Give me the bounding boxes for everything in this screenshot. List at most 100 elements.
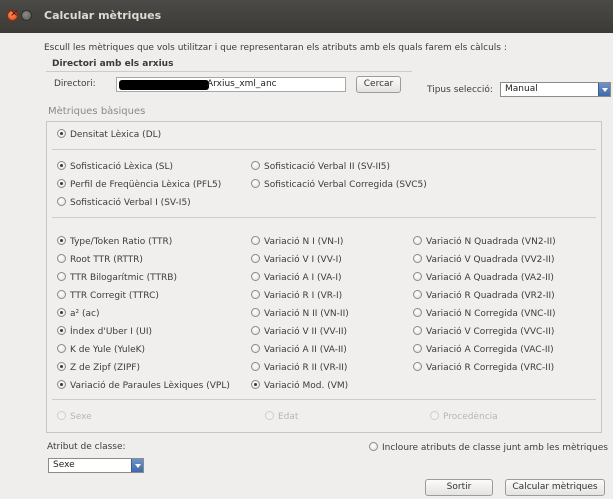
radio-vac-ii[interactable]: Variació A Corregida (VAC-II)	[413, 344, 554, 355]
radio-label: Sexe	[70, 412, 92, 422]
radio-label: Type/Token Ratio (TTR)	[70, 237, 173, 247]
redacted-path	[119, 80, 209, 90]
browse-button[interactable]: Cercar	[356, 76, 401, 93]
selection-type-label: Tipus selecció:	[427, 85, 493, 95]
radio-rttr[interactable]: Root TTR (RTTR)	[57, 254, 143, 265]
radio-label: Variació A II (VA-II)	[264, 345, 347, 355]
radio-sv-i5[interactable]: Sofisticació Verbal I (SV-I5)	[57, 197, 191, 208]
radio-label: Variació N Quadrada (VN2-II)	[426, 237, 556, 247]
radio-vm[interactable]: Variació Mod. (VM)	[251, 380, 348, 391]
radio-label: Variació Mod. (VM)	[264, 381, 349, 391]
radio-icon	[265, 411, 274, 420]
radio-label: Variació de Paraules Lèxiques (VPL)	[70, 381, 230, 391]
radio-procedencia: Procedència	[430, 411, 498, 422]
radio-vr2-ii[interactable]: Variació R Quadrada (VR2-II)	[413, 290, 555, 301]
radio-icon	[251, 179, 260, 188]
radio-sl[interactable]: Sofisticació Lèxica (SL)	[57, 161, 173, 172]
radio-pfl5[interactable]: Perfil de Freqüència Lèxica (PFL5)	[57, 179, 221, 190]
radio-icon	[413, 344, 422, 353]
radio-zipf[interactable]: Z de Zipf (ZIPF)	[57, 362, 140, 373]
radio-icon	[57, 380, 66, 389]
radio-vpl[interactable]: Variació de Paraules Lèxiques (VPL)	[57, 380, 230, 391]
radio-icon	[251, 236, 260, 245]
radio-icon	[57, 308, 66, 317]
radio-edat: Edat	[265, 411, 298, 422]
radio-icon	[413, 362, 422, 371]
radio-vn-ii[interactable]: Variació N II (VN-II)	[251, 308, 349, 319]
radio-label: Variació V II (VV-II)	[264, 327, 348, 337]
radio-vv-i[interactable]: Variació V I (VV-I)	[251, 254, 342, 265]
radio-label: Variació N Corregida (VNC-II)	[426, 309, 556, 319]
radio-vn-i[interactable]: Variació N I (VN-I)	[251, 236, 343, 247]
close-icon[interactable]	[7, 8, 18, 21]
radio-include-class[interactable]: Incloure atributs de classe junt amb les…	[369, 442, 608, 453]
radio-ttrc[interactable]: TTR Corregit (TTRC)	[57, 290, 159, 301]
chevron-down-icon	[598, 83, 610, 96]
radio-yulek[interactable]: K de Yule (YuleK)	[57, 344, 145, 355]
selection-type-select[interactable]: Manual	[500, 82, 611, 97]
radio-icon	[251, 380, 260, 389]
radio-icon	[57, 129, 66, 138]
radio-label: Variació V Corregida (VVC-II)	[426, 327, 555, 337]
radio-icon	[251, 344, 260, 353]
radio-label: Variació R Quadrada (VR2-II)	[426, 291, 555, 301]
radio-label: Sofisticació Lèxica (SL)	[70, 162, 174, 172]
chevron-down-icon	[131, 459, 143, 472]
radio-ttrb[interactable]: TTR Bilogarítmic (TTRB)	[57, 272, 177, 283]
radio-icon	[57, 254, 66, 263]
radio-label: Variació R Corregida (VRC-II)	[426, 363, 555, 373]
radio-icon	[57, 161, 66, 170]
intro-text: Escull les mètriques que vols utilitzar …	[44, 43, 507, 53]
radio-vnc-ii[interactable]: Variació N Corregida (VNC-II)	[413, 308, 556, 319]
radio-label: TTR Bilogarítmic (TTRB)	[70, 273, 177, 283]
exit-button[interactable]: Sortir	[425, 479, 493, 496]
directory-value: Arxius_xml_anc	[207, 79, 277, 89]
calculate-button[interactable]: Calcular mètriques	[505, 479, 605, 496]
window-titlebar: Calcular mètriques	[0, 0, 613, 33]
radio-label: Edat	[278, 412, 299, 422]
class-attribute-value: Sexe	[53, 460, 75, 470]
radio-vrc-ii[interactable]: Variació R Corregida (VRC-II)	[413, 362, 554, 373]
radio-icon	[57, 326, 66, 335]
radio-vv-ii[interactable]: Variació V II (VV-II)	[251, 326, 347, 337]
radio-icon	[251, 362, 260, 371]
radio-vv2-ii[interactable]: Variació V Quadrada (VV2-II)	[413, 254, 554, 265]
radio-icon	[369, 442, 378, 451]
radio-label: K de Yule (YuleK)	[70, 345, 146, 355]
radio-icon	[57, 272, 66, 281]
radio-icon	[413, 308, 422, 317]
radio-label: Incloure atributs de classe junt amb les…	[382, 443, 608, 453]
radio-vr-ii[interactable]: Variació R II (VR-II)	[251, 362, 347, 373]
radio-va2-ii[interactable]: Variació A Quadrada (VA2-II)	[413, 272, 554, 283]
radio-ui[interactable]: Índex d'Uber I (UI)	[57, 326, 152, 337]
radio-icon	[251, 290, 260, 299]
radio-dl[interactable]: Densitat Lèxica (DL)	[57, 129, 161, 140]
radio-icon	[413, 272, 422, 281]
radio-icon	[57, 179, 66, 188]
radio-label: Variació V Quadrada (VV2-II)	[426, 255, 555, 265]
radio-ttr[interactable]: Type/Token Ratio (TTR)	[57, 236, 172, 247]
class-attribute-select[interactable]: Sexe	[48, 458, 144, 473]
radio-ac[interactable]: a² (ac)	[57, 308, 99, 319]
radio-label: Variació V I (VV-I)	[264, 255, 342, 265]
directory-input[interactable]: Arxius_xml_anc	[116, 77, 346, 92]
radio-sexe: Sexe	[57, 411, 92, 422]
radio-icon	[251, 161, 260, 170]
radio-icon	[251, 254, 260, 263]
minimize-icon[interactable]	[21, 10, 32, 21]
radio-label: Sofisticació Verbal Corregida (SVC5)	[264, 180, 427, 190]
radio-va-i[interactable]: Variació A I (VA-I)	[251, 272, 342, 283]
window-title: Calcular mètriques	[44, 9, 162, 22]
radio-va-ii[interactable]: Variació A II (VA-II)	[251, 344, 347, 355]
radio-label: Procedència	[443, 412, 498, 422]
radio-label: Perfil de Freqüència Lèxica (PFL5)	[70, 180, 222, 190]
radio-vr-i[interactable]: Variació R I (VR-I)	[251, 290, 342, 301]
radio-label: Variació A Corregida (VAC-II)	[426, 345, 554, 355]
radio-vn2-ii[interactable]: Variació N Quadrada (VN2-II)	[413, 236, 556, 247]
radio-svc5[interactable]: Sofisticació Verbal Corregida (SVC5)	[251, 179, 427, 190]
radio-label: TTR Corregit (TTRC)	[70, 291, 159, 301]
radio-label: Índex d'Uber I (UI)	[70, 327, 153, 337]
separator	[52, 217, 596, 218]
radio-sv-ii5[interactable]: Sofisticació Verbal II (SV-II5)	[251, 161, 390, 172]
radio-vvc-ii[interactable]: Variació V Corregida (VVC-II)	[413, 326, 554, 337]
